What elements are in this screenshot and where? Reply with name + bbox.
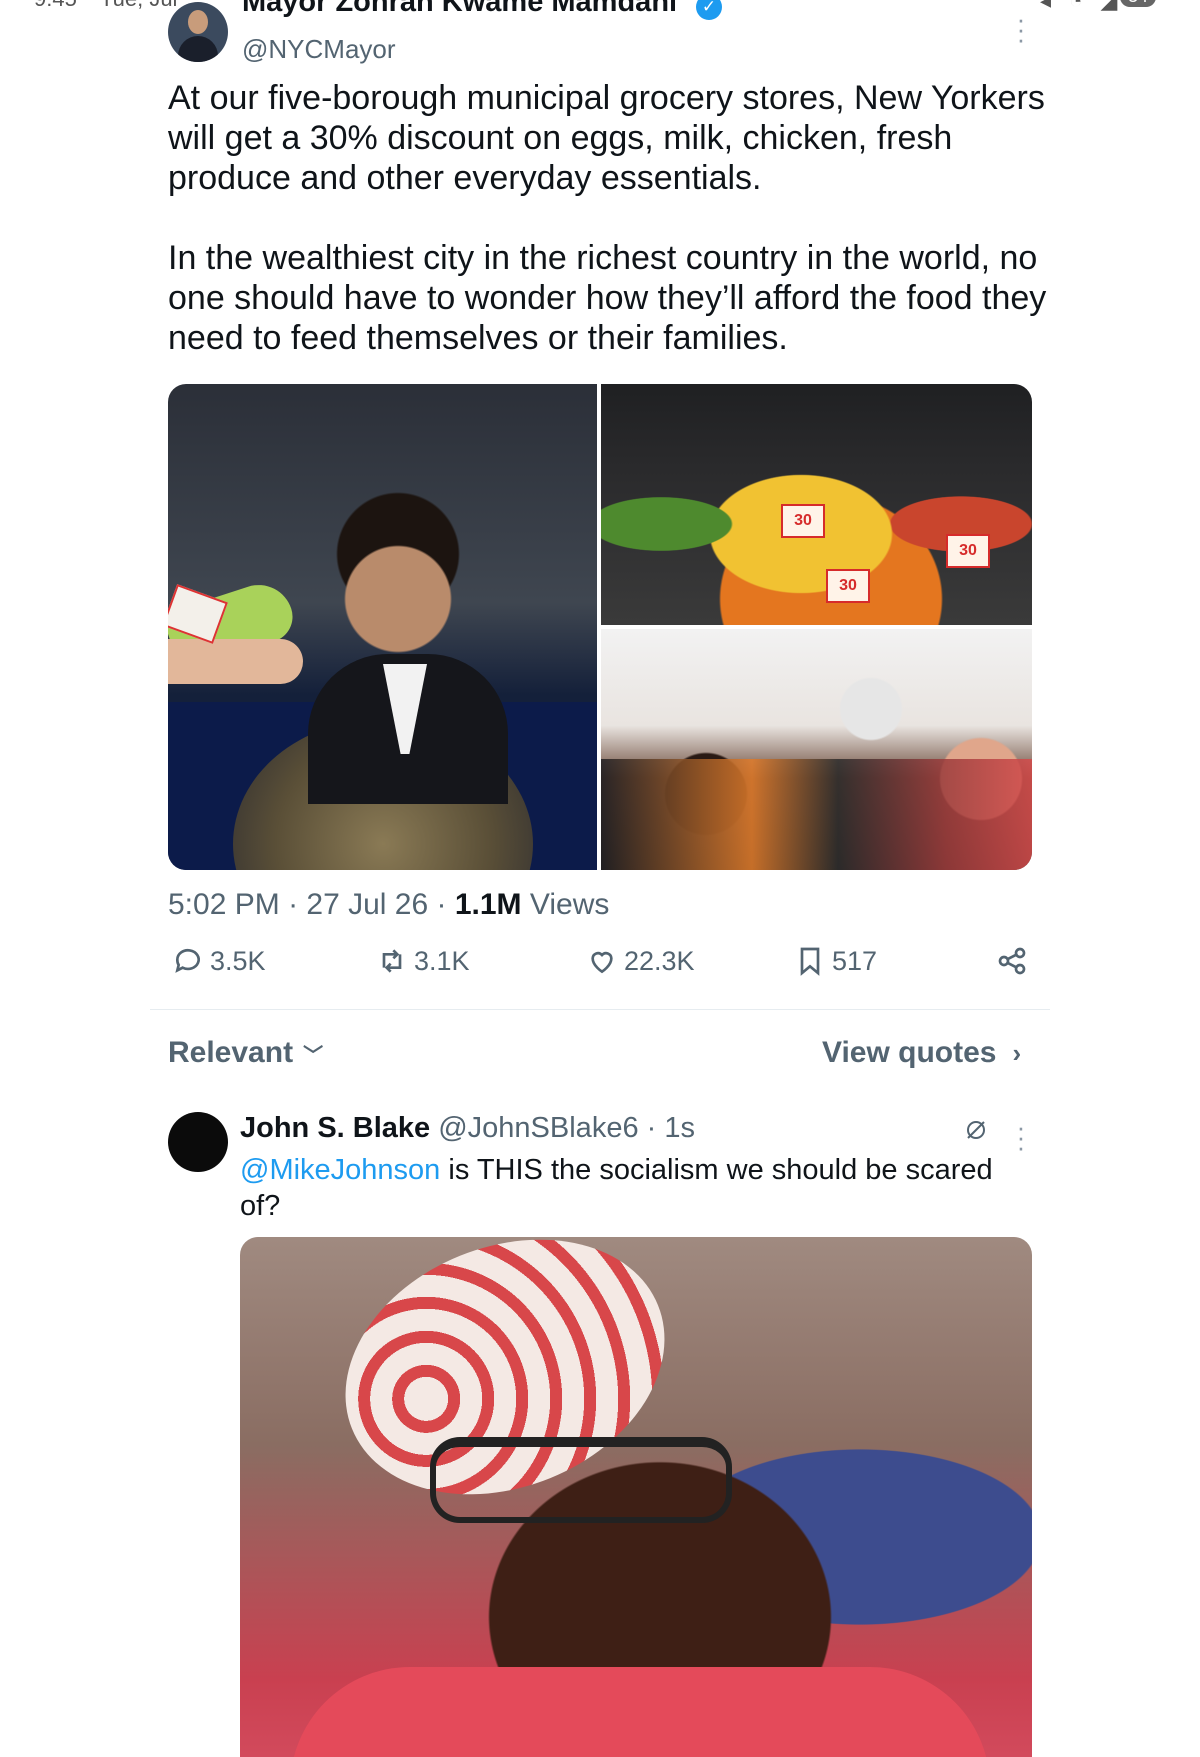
media-grid: 30 30 30 <box>168 384 1032 870</box>
avatar-body <box>178 36 218 62</box>
share-icon <box>998 947 1026 975</box>
reply-author-handle[interactable]: @JohnSBlake6 <box>438 1112 638 1144</box>
discount-sign: 30 <box>826 569 870 603</box>
gif-shirt <box>290 1667 990 1757</box>
author-name[interactable]: Mayor Zohran Kwame Mamdani <box>242 0 677 19</box>
photo-produce[interactable]: 30 30 30 <box>601 384 1032 625</box>
reply-gif-image[interactable] <box>240 1237 1032 1757</box>
views-label: Views <box>529 888 610 921</box>
chevron-down-icon: ﹀ <box>303 1044 324 1067</box>
reply-count: 3.5K <box>210 945 266 976</box>
reply-author-name[interactable]: John S. Blake <box>240 1112 430 1144</box>
reply-text: @MikeJohnson is THIS the socialism we sh… <box>240 1152 1000 1224</box>
hand <box>168 639 303 684</box>
reply-button[interactable]: 3.5K <box>172 945 266 977</box>
repost-count: 3.1K <box>414 945 470 976</box>
avatar-head <box>188 10 208 34</box>
photo-crowd[interactable] <box>601 629 1032 870</box>
mute-icon[interactable] <box>964 1118 988 1142</box>
photo-mayor-podium[interactable] <box>168 384 597 870</box>
bookmark-count: 517 <box>832 945 878 976</box>
bookmark-button[interactable]: 517 <box>794 945 877 977</box>
post-date: 27 Jul 26 <box>306 888 429 921</box>
status-date: Tue, Jul <box>100 0 177 12</box>
post-paragraph: At our five-borough municipal grocery st… <box>168 79 1045 197</box>
post-meta: 5:02 PM · 27 Jul 26 · 1.1M Views <box>168 888 609 922</box>
battery-indicator: 34 <box>1120 0 1157 7</box>
crowd <box>601 759 1032 870</box>
share-button[interactable] <box>996 945 1034 977</box>
post-text: At our five-borough municipal grocery st… <box>168 78 1048 358</box>
post-time: 5:02 PM <box>168 888 280 921</box>
discount-sign: 30 <box>946 534 990 568</box>
post-paragraph: In the wealthiest city in the richest co… <box>168 239 1047 357</box>
reply-header: John S. Blake @JohnSBlake6 · 1s <box>240 1112 695 1145</box>
sort-dropdown[interactable]: Relevant ﹀ <box>168 1036 323 1070</box>
author-handle[interactable]: @NYCMayor <box>242 34 396 65</box>
heart-icon <box>591 951 613 974</box>
status-icons: ◂ ◔ ◢ <box>1040 0 1123 12</box>
separator: · <box>436 888 455 921</box>
view-quotes-link[interactable]: View quotes › <box>822 1036 1021 1070</box>
action-bar: 3.5K 3.1K 22.3K 517 <box>0 945 1200 995</box>
sort-label: Relevant <box>168 1036 294 1069</box>
divider <box>150 1009 1050 1010</box>
reply-more-options-icon[interactable]: · · · <box>1014 1114 1028 1160</box>
verified-badge-icon: ✓ <box>696 0 722 20</box>
mention-link[interactable]: @MikeJohnson <box>240 1154 440 1186</box>
views-count: 1.1M <box>454 888 522 921</box>
separator: · <box>646 1112 665 1144</box>
reply-time: 1s <box>664 1112 695 1144</box>
gif-glasses <box>430 1437 732 1523</box>
repost-button[interactable]: 3.1K <box>376 945 470 977</box>
status-time: 9:45 <box>34 0 77 12</box>
like-count: 22.3K <box>624 945 695 976</box>
separator: · <box>288 888 307 921</box>
repost-icon <box>382 949 402 973</box>
like-button[interactable]: 22.3K <box>586 945 695 977</box>
reply-avatar[interactable] <box>168 1112 228 1172</box>
reply-icon <box>175 948 200 973</box>
bookmark-icon <box>800 947 820 976</box>
view-quotes-label: View quotes <box>822 1036 997 1069</box>
chevron-right-icon: › <box>1012 1037 1022 1068</box>
discount-sign: 30 <box>781 504 825 538</box>
more-options-icon[interactable]: · · · <box>1014 6 1028 52</box>
author-avatar[interactable] <box>168 2 228 62</box>
